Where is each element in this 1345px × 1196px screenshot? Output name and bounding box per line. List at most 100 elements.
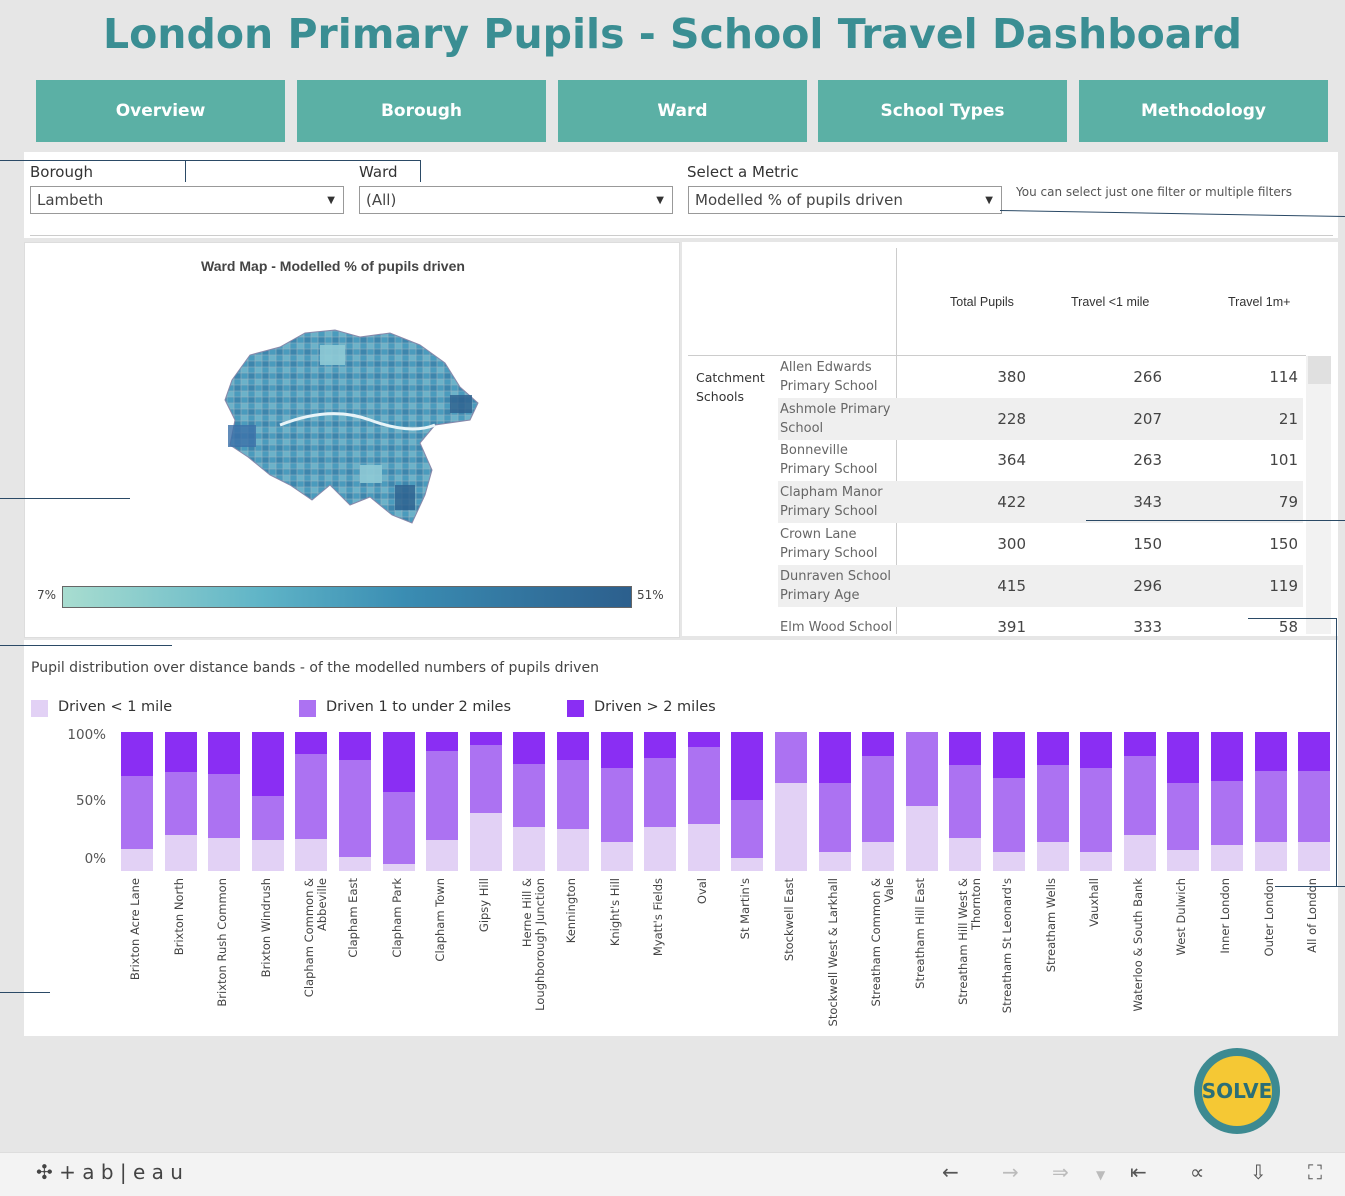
bar-segment[interactable]: [644, 826, 677, 871]
nav-button-school-types[interactable]: School Types: [818, 80, 1067, 142]
bar-segment[interactable]: [1167, 850, 1200, 871]
table-column-header[interactable]: Travel 1m+: [1228, 295, 1290, 309]
bar-segment[interactable]: [295, 839, 328, 871]
nav-button-methodology[interactable]: Methodology: [1079, 80, 1328, 142]
bar-segment[interactable]: [1036, 765, 1069, 842]
bar-segment[interactable]: [818, 732, 851, 784]
bar-segment[interactable]: [600, 768, 633, 842]
bar-segment[interactable]: [818, 783, 851, 852]
nav-button-overview[interactable]: Overview: [36, 80, 285, 142]
bar-segment[interactable]: [1080, 851, 1113, 871]
bar-segment[interactable]: [775, 732, 807, 784]
bar-segment[interactable]: [382, 732, 415, 792]
bar-segment[interactable]: [1123, 834, 1156, 871]
bar-segment[interactable]: [993, 732, 1025, 778]
bar-segment[interactable]: [1254, 732, 1287, 771]
bar-segment[interactable]: [1211, 780, 1243, 845]
bar-segment[interactable]: [121, 732, 153, 777]
bar-segment[interactable]: [295, 754, 328, 840]
bar-segment[interactable]: [1167, 783, 1200, 851]
bar-segment[interactable]: [1123, 732, 1156, 756]
bar-segment[interactable]: [1080, 768, 1113, 852]
fullscreen-icon[interactable]: ⛶: [1308, 1160, 1322, 1184]
bar-segment[interactable]: [775, 783, 807, 871]
bar-segment[interactable]: [382, 791, 415, 865]
bar-segment[interactable]: [600, 841, 633, 871]
legend-label[interactable]: Driven < 1 mile: [58, 699, 172, 715]
bar-segment[interactable]: [1123, 755, 1156, 835]
bar-segment[interactable]: [208, 732, 241, 774]
bar-segment[interactable]: [644, 732, 677, 759]
nav-button-ward[interactable]: Ward: [558, 80, 807, 142]
bar-segment[interactable]: [251, 732, 284, 796]
bar-segment[interactable]: [121, 776, 153, 849]
table-scrollbar[interactable]: [1306, 356, 1331, 634]
legend-label[interactable]: Driven > 2 miles: [594, 699, 716, 715]
bar-segment[interactable]: [426, 751, 459, 841]
tableau-logo[interactable]: ✣ + a b | e a u: [36, 1160, 183, 1184]
bar-segment[interactable]: [557, 759, 589, 830]
legend-swatch[interactable]: [299, 700, 316, 717]
bar-segment[interactable]: [1298, 732, 1331, 771]
bar-segment[interactable]: [949, 837, 982, 871]
table-column-header[interactable]: Total Pupils: [950, 295, 1014, 309]
metric-dropdown[interactable]: Modelled % of pupils driven ▼: [688, 186, 1002, 214]
ward-dropdown[interactable]: (All) ▼: [359, 186, 673, 214]
bar-segment[interactable]: [1036, 841, 1069, 871]
bar-segment[interactable]: [1036, 732, 1069, 766]
bar-segment[interactable]: [339, 759, 371, 858]
revert-menu-icon[interactable]: ▼: [1096, 1168, 1105, 1182]
bar-segment[interactable]: [339, 732, 371, 760]
scrollbar-thumb[interactable]: [1308, 356, 1331, 384]
bar-segment[interactable]: [426, 732, 459, 752]
share-icon[interactable]: ∝: [1190, 1160, 1204, 1184]
bar-segment[interactable]: [469, 732, 502, 745]
bar-segment[interactable]: [513, 826, 546, 871]
nav-button-borough[interactable]: Borough: [297, 80, 546, 142]
bar-segment[interactable]: [1080, 732, 1113, 769]
bar-segment[interactable]: [687, 747, 720, 824]
bar-segment[interactable]: [905, 805, 938, 871]
bar-segment[interactable]: [949, 732, 982, 766]
bar-segment[interactable]: [1211, 732, 1243, 781]
bar-segment[interactable]: [731, 732, 764, 801]
table-column-header[interactable]: Travel <1 mile: [1071, 295, 1149, 309]
bar-segment[interactable]: [1254, 770, 1287, 842]
bar-segment[interactable]: [993, 777, 1025, 852]
bar-segment[interactable]: [687, 732, 720, 748]
bar-segment[interactable]: [862, 841, 895, 871]
bar-segment[interactable]: [1254, 841, 1287, 871]
bar-segment[interactable]: [469, 744, 502, 813]
bar-segment[interactable]: [862, 732, 895, 756]
bar-segment[interactable]: [557, 732, 589, 760]
bar-segment[interactable]: [339, 857, 371, 871]
bar-segment[interactable]: [164, 732, 197, 773]
bar-segment[interactable]: [1211, 844, 1243, 871]
bar-segment[interactable]: [731, 800, 764, 859]
bar-segment[interactable]: [949, 765, 982, 838]
bar-segment[interactable]: [469, 812, 502, 871]
reset-icon[interactable]: ⇤: [1130, 1160, 1147, 1184]
bar-segment[interactable]: [1298, 770, 1331, 842]
bar-segment[interactable]: [208, 773, 241, 838]
legend-swatch[interactable]: [567, 700, 584, 717]
download-icon[interactable]: ⇩: [1250, 1160, 1267, 1184]
bar-segment[interactable]: [382, 864, 415, 871]
bar-segment[interactable]: [731, 858, 764, 871]
bar-segment[interactable]: [295, 732, 328, 755]
bar-segment[interactable]: [513, 763, 546, 827]
bar-segment[interactable]: [121, 848, 153, 871]
bar-segment[interactable]: [818, 851, 851, 871]
bar-segment[interactable]: [993, 851, 1025, 871]
bar-segment[interactable]: [164, 834, 197, 871]
legend-label[interactable]: Driven 1 to under 2 miles: [326, 699, 511, 715]
bar-segment[interactable]: [600, 732, 633, 769]
bar-segment[interactable]: [905, 732, 938, 806]
bar-segment[interactable]: [687, 823, 720, 871]
borough-dropdown[interactable]: Lambeth ▼: [30, 186, 344, 214]
bar-segment[interactable]: [251, 795, 284, 841]
bar-segment[interactable]: [164, 772, 197, 835]
bar-segment[interactable]: [208, 837, 241, 871]
revert-icon[interactable]: ⇒: [1052, 1160, 1069, 1184]
bar-segment[interactable]: [1298, 841, 1331, 871]
